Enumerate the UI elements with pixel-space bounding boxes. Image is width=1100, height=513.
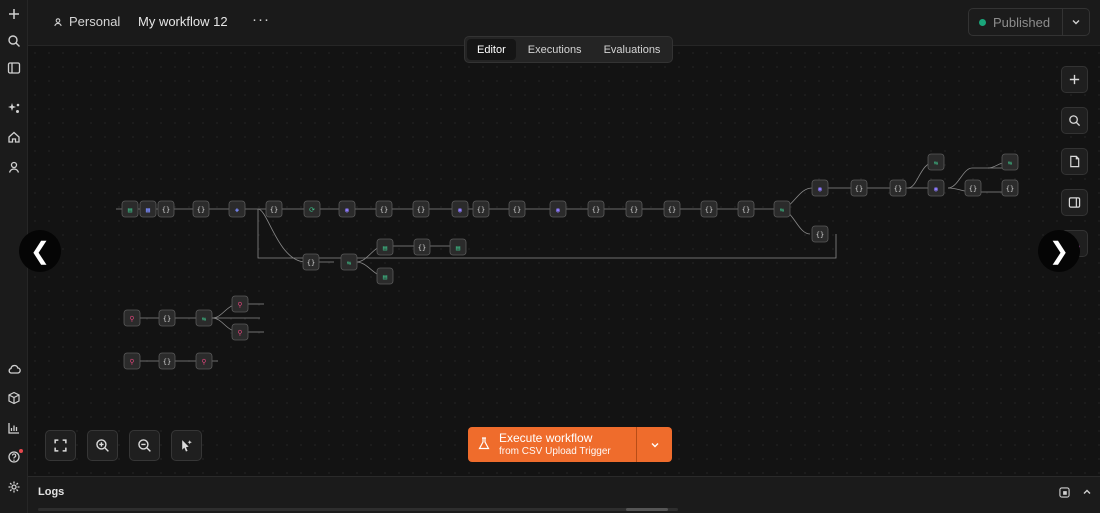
svg-text:{}: {} — [418, 244, 426, 252]
popout-icon[interactable] — [1057, 485, 1071, 499]
home-icon[interactable] — [4, 127, 24, 147]
logs-scrollbar-thumb[interactable] — [626, 508, 668, 511]
svg-text:▤: ▤ — [128, 206, 132, 214]
search-nodes-icon[interactable] — [1061, 107, 1088, 134]
svg-text:{}: {} — [380, 206, 388, 214]
svg-text:{}: {} — [705, 206, 713, 214]
plus-icon[interactable] — [4, 4, 24, 24]
status-dot — [979, 18, 986, 26]
help-icon[interactable] — [4, 447, 24, 467]
flask-icon — [478, 436, 490, 453]
insights-icon[interactable] — [4, 418, 24, 438]
connections — [116, 161, 1018, 362]
svg-text:⚲: ⚲ — [237, 301, 242, 309]
svg-text:{}: {} — [816, 231, 824, 239]
svg-text:{}: {} — [477, 206, 485, 214]
published-button[interactable]: Published — [969, 9, 1063, 35]
svg-text:⇆: ⇆ — [780, 206, 784, 214]
previous-slide-button[interactable]: ❮ — [19, 230, 61, 272]
svg-text:▤: ▤ — [383, 273, 387, 281]
status-label: Published — [993, 14, 1051, 30]
search-icon[interactable] — [4, 31, 24, 51]
chevron-up-icon[interactable] — [1080, 485, 1094, 499]
svg-text:⟳: ⟳ — [309, 206, 315, 214]
tab-editor[interactable]: Editor — [467, 39, 516, 60]
svg-text:{}: {} — [1006, 185, 1014, 193]
project-breadcrumb[interactable]: Personal — [53, 14, 120, 29]
tab-evaluations[interactable]: Evaluations — [594, 39, 671, 60]
zoom-in-icon[interactable] — [87, 430, 118, 461]
svg-text:{}: {} — [307, 259, 315, 267]
templates-icon[interactable] — [4, 388, 24, 408]
more-options-button[interactable]: ··· — [252, 11, 270, 28]
settings-icon[interactable] — [4, 477, 24, 497]
app-root: Personal My workflow 12 ··· Published Ed… — [0, 0, 1100, 513]
svg-text:⚲: ⚲ — [129, 358, 134, 366]
node-group-main[interactable]: {} ◈{} ⟳ ◉{} {} ◉{} {} ◉{} {}{}{} {} ⇆◉ {} {}⇆… — [121, 153, 1019, 285]
workflow-title[interactable]: My workflow 12 — [138, 14, 228, 29]
user-icon[interactable] — [4, 157, 24, 177]
next-slide-button[interactable]: ❯ — [1038, 230, 1080, 272]
sidebar-toggle-icon[interactable] — [4, 58, 24, 78]
svg-text:{}: {} — [894, 185, 902, 193]
svg-text:▤: ▤ — [456, 244, 460, 252]
workflow-graph: {} ◈{} ⟳ ◉{} {} ◉{} {} ◉{} {}{}{} {} ⇆◉ {} {}⇆… — [116, 153, 1019, 370]
svg-text:{}: {} — [742, 206, 750, 214]
chevron-down-icon[interactable] — [1063, 17, 1089, 27]
svg-text:⇆: ⇆ — [347, 259, 351, 267]
svg-text:◉: ◉ — [458, 206, 462, 214]
svg-text:◉: ◉ — [556, 206, 560, 214]
execute-sublabel: from CSV Upload Trigger — [499, 445, 611, 457]
tidy-up-icon[interactable] — [171, 430, 202, 461]
svg-text:{}: {} — [197, 206, 205, 214]
svg-text:⇆: ⇆ — [202, 315, 206, 323]
svg-text:{}: {} — [592, 206, 600, 214]
svg-text:{}: {} — [630, 206, 638, 214]
svg-text:◉: ◉ — [934, 185, 938, 193]
logs-scrollbar-track[interactable] — [38, 508, 678, 511]
notification-dot — [19, 449, 23, 453]
add-node-icon[interactable] — [1061, 66, 1088, 93]
svg-text:◉: ◉ — [818, 185, 822, 193]
svg-text:{}: {} — [163, 358, 171, 366]
execute-label: Execute workflow — [499, 431, 593, 446]
svg-text:{}: {} — [668, 206, 676, 214]
fit-view-icon[interactable] — [45, 430, 76, 461]
logs-title[interactable]: Logs — [38, 486, 64, 498]
cloud-icon[interactable] — [4, 359, 24, 379]
zoom-out-icon[interactable] — [129, 430, 160, 461]
svg-text:▤: ▤ — [383, 244, 387, 252]
publish-status-control[interactable]: Published — [968, 8, 1090, 36]
svg-text:{}: {} — [162, 206, 170, 214]
sparkle-icon[interactable] — [4, 98, 24, 118]
svg-text:⇆: ⇆ — [1008, 159, 1012, 167]
execute-workflow-control[interactable]: Execute workflow from CSV Upload Trigger — [468, 427, 672, 462]
svg-text:⇆: ⇆ — [934, 159, 938, 167]
svg-text:{}: {} — [270, 206, 278, 214]
svg-text:⚲: ⚲ — [129, 315, 134, 323]
svg-text:{}: {} — [855, 185, 863, 193]
logs-panel: Logs — [28, 476, 1100, 513]
svg-text:{}: {} — [417, 206, 425, 214]
sticky-note-icon[interactable] — [1061, 148, 1088, 175]
view-tabs: Editor Executions Evaluations — [464, 36, 674, 63]
svg-text:◉: ◉ — [345, 206, 349, 214]
execute-workflow-button[interactable]: Execute workflow from CSV Upload Trigger — [468, 427, 637, 462]
chevron-down-icon[interactable] — [637, 440, 672, 450]
tab-executions[interactable]: Executions — [518, 39, 592, 60]
user-small-icon — [54, 17, 62, 26]
svg-text:{}: {} — [163, 315, 171, 323]
panel-toggle-icon[interactable] — [1061, 189, 1088, 216]
svg-text:⚲: ⚲ — [201, 358, 206, 366]
svg-text:⚲: ⚲ — [237, 329, 242, 337]
workflow-canvas[interactable]: Editor Executions Evaluations {} ◈ {} ⟳ … — [19, 36, 1100, 476]
svg-text:{}: {} — [513, 206, 521, 214]
svg-text:{}: {} — [969, 185, 977, 193]
project-name: Personal — [69, 14, 121, 29]
